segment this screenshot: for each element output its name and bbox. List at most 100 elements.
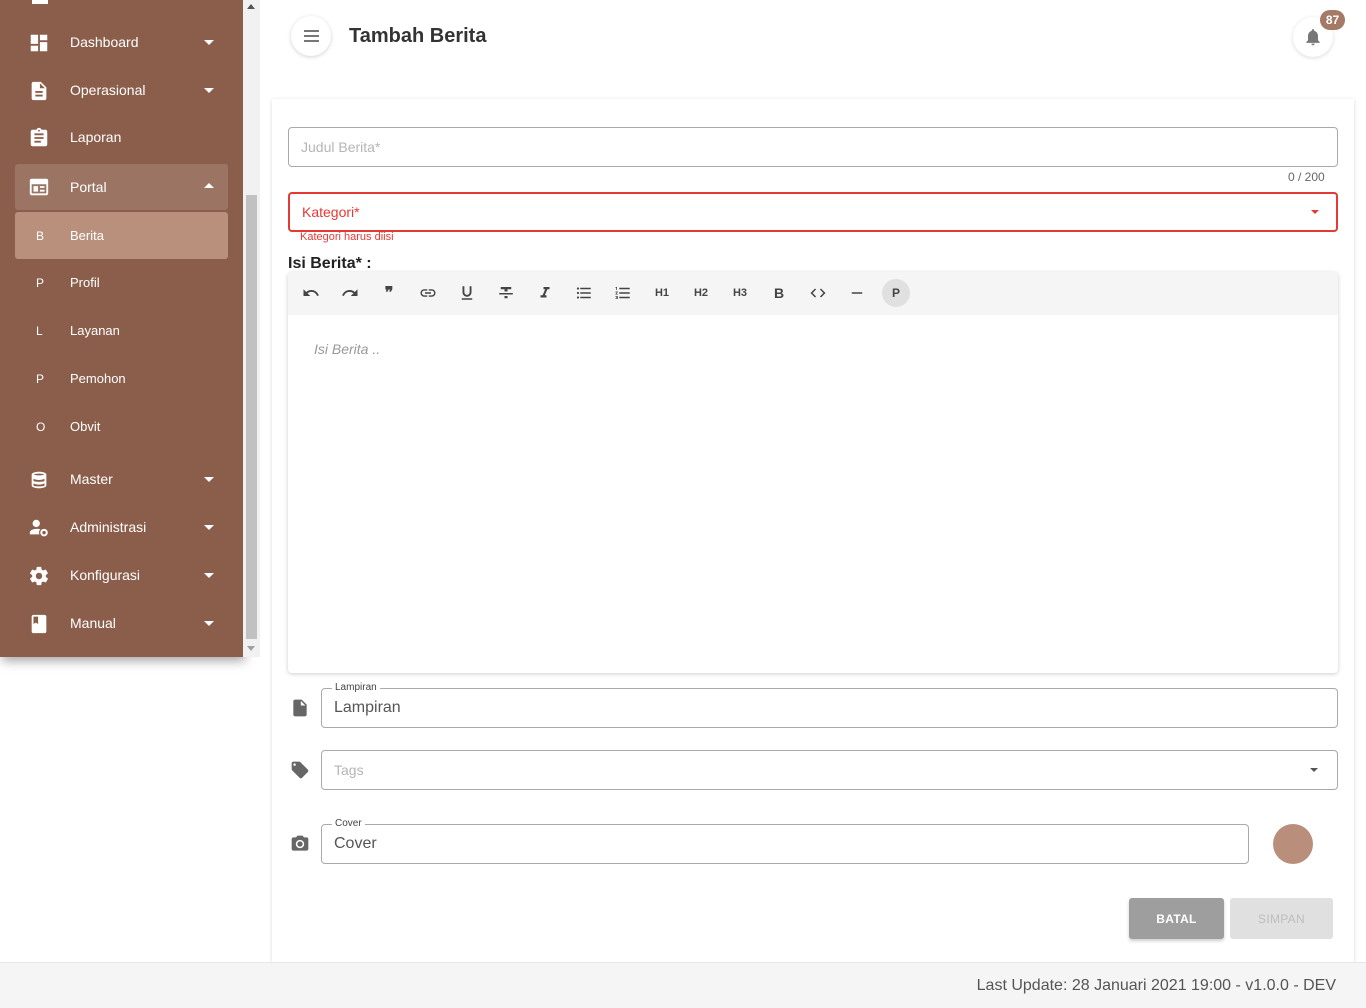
char-counter: 0 / 200 [1288, 170, 1325, 184]
kategori-error: Kategori harus diisi [300, 231, 394, 243]
chevron-up-icon [204, 183, 214, 188]
sidebar-item-label: Portal [70, 179, 107, 195]
sidebar-subitem-berita[interactable]: B Berita [15, 212, 228, 259]
chevron-down-icon [204, 573, 214, 578]
sidebar-subitem-profil[interactable]: P Profil [15, 262, 228, 306]
italic-icon[interactable] [534, 281, 556, 305]
sidebar-item-portal[interactable]: Portal [15, 164, 228, 210]
sidebar-subitem-pemohon[interactable]: P Pemohon [15, 358, 228, 402]
strikethrough-icon[interactable] [495, 281, 517, 305]
horizontal-rule-icon[interactable] [846, 281, 868, 305]
sidebar-item-label: Laporan [70, 129, 122, 145]
sidebar-subitem-label: Berita [70, 228, 104, 243]
sidebar-item-label: Dashboard [70, 34, 139, 50]
lampiran-value: Lampiran [334, 699, 401, 716]
sidebar-item-master[interactable]: Master [15, 457, 228, 501]
scrollbar-thumb[interactable] [246, 195, 257, 639]
cover-value: Cover [334, 835, 377, 852]
home-icon-partial [32, 0, 48, 4]
rich-text-editor[interactable]: ❞ H1 H2 H3 B P Isi Berita .. [288, 272, 1338, 673]
sidebar-subitem-letter: P [36, 372, 45, 386]
chevron-down-icon [204, 88, 214, 93]
judul-berita-input[interactable]: Judul Berita* [288, 127, 1338, 167]
heading-1-button[interactable]: H1 [651, 281, 673, 305]
sidebar-item-dashboard[interactable]: Dashboard [15, 20, 228, 64]
database-icon [31, 471, 47, 489]
sidebar-item-label: Administrasi [70, 519, 147, 535]
book-icon [31, 614, 47, 634]
isi-berita-label: Isi Berita* : [288, 255, 372, 272]
clipboard-icon [30, 127, 48, 147]
lampiran-input[interactable]: Lampiran Lampiran [321, 682, 1338, 728]
heading-3-button[interactable]: H3 [729, 281, 751, 305]
sidebar-subitem-label: Pemohon [70, 371, 126, 386]
judul-placeholder: Judul Berita* [301, 139, 381, 155]
cover-legend: Cover [332, 818, 365, 829]
tags-placeholder: Tags [334, 762, 364, 778]
sidebar-item-konfigurasi[interactable]: Konfigurasi [15, 553, 228, 597]
gear-icon [30, 566, 48, 586]
sidebar-subitem-label: Layanan [70, 323, 120, 338]
chevron-down-icon [1311, 210, 1319, 214]
tags-select[interactable]: Tags [321, 750, 1338, 790]
cover-input[interactable]: Cover Cover [321, 818, 1249, 864]
sidebar-scrollbar[interactable] [243, 0, 260, 657]
tag-icon [291, 761, 309, 779]
lampiran-legend: Lampiran [332, 682, 380, 693]
sidebar-subitem-letter: P [36, 276, 45, 290]
paragraph-button[interactable]: P [882, 279, 910, 307]
heading-2-button[interactable]: H2 [690, 281, 712, 305]
user-settings-icon [29, 519, 48, 537]
underline-icon[interactable] [456, 281, 478, 305]
page-title: Tambah Berita [349, 25, 487, 47]
camera-icon [291, 835, 309, 851]
chevron-down-icon [204, 477, 214, 482]
sidebar-subitem-layanan[interactable]: L Layanan [15, 310, 228, 354]
sidebar: Dashboard Operasional Laporan Portal B B… [0, 0, 243, 657]
sidebar-item-label: Manual [70, 615, 116, 631]
chevron-down-icon [1310, 768, 1318, 772]
scroll-down-icon[interactable] [247, 646, 255, 651]
scroll-up-icon[interactable] [247, 4, 255, 9]
file-icon [293, 699, 307, 717]
footer: Last Update: 28 Januari 2021 19:00 - v1.… [0, 962, 1366, 1008]
sidebar-subitem-label: Obvit [70, 419, 101, 434]
chevron-down-icon [204, 40, 214, 45]
bullet-list-icon[interactable] [573, 281, 595, 305]
editor-toolbar: ❞ H1 H2 H3 B P [288, 272, 1338, 315]
bold-button[interactable]: B [768, 281, 790, 305]
quote-icon[interactable]: ❞ [378, 281, 400, 305]
sidebar-item-administrasi[interactable]: Administrasi [15, 505, 228, 549]
undo-icon[interactable] [300, 281, 322, 305]
cover-preview-avatar [1273, 824, 1313, 864]
sidebar-item-label: Konfigurasi [70, 567, 141, 583]
bell-icon [1306, 29, 1320, 46]
hamburger-line [304, 35, 319, 37]
sidebar-subitem-label: Profil [70, 275, 100, 290]
dashboard-icon [30, 34, 48, 52]
batal-button[interactable]: BATAL [1129, 898, 1224, 939]
footer-text: Last Update: 28 Januari 2021 19:00 - v1.… [976, 977, 1336, 994]
ordered-list-icon[interactable] [612, 281, 634, 305]
notification-badge: 87 [1320, 10, 1345, 30]
document-icon [31, 81, 47, 101]
sidebar-subitem-letter: O [36, 420, 46, 434]
sidebar-item-manual[interactable]: Manual [15, 601, 228, 645]
link-icon[interactable] [417, 281, 439, 305]
sidebar-item-label: Master [70, 471, 113, 487]
sidebar-item-label: Operasional [70, 82, 146, 98]
sidebar-subitem-obvit[interactable]: O Obvit [15, 406, 228, 450]
kategori-placeholder: Kategori* [302, 204, 360, 220]
menu-toggle-button[interactable] [291, 16, 331, 56]
hamburger-icon [304, 30, 319, 32]
redo-icon[interactable] [339, 281, 361, 305]
code-icon[interactable] [807, 281, 829, 305]
sidebar-item-operasional[interactable]: Operasional [15, 68, 228, 112]
kategori-select[interactable]: Kategori* [288, 192, 1338, 232]
simpan-button[interactable]: SIMPAN [1230, 898, 1333, 939]
sidebar-item-laporan[interactable]: Laporan [15, 115, 228, 159]
sidebar-subitem-letter: B [36, 229, 45, 243]
portal-icon [29, 178, 49, 196]
hamburger-line [304, 40, 319, 42]
sidebar-subitem-letter: L [36, 324, 43, 338]
